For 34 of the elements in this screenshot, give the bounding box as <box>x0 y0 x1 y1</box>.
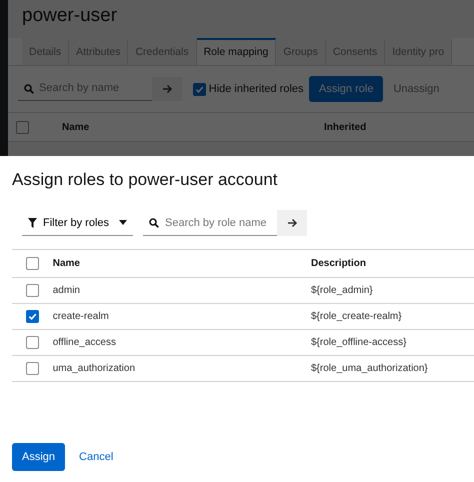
search-icon <box>24 84 34 94</box>
column-header: Name <box>62 120 90 134</box>
page-title: power-user <box>21 4 118 28</box>
checkbox[interactable] <box>193 82 206 96</box>
role-name: offline_access <box>52 336 117 350</box>
role-description: ${role_offline-access} <box>311 336 406 350</box>
role-name: create-realm <box>52 310 110 324</box>
select-all-checkbox[interactable] <box>16 120 29 134</box>
assign-role-button[interactable]: Assign role <box>309 76 384 102</box>
checkbox[interactable] <box>26 336 39 350</box>
unassign-button[interactable]: Unassign <box>383 76 450 102</box>
arrow-icon <box>162 84 172 94</box>
search-icon <box>149 218 159 228</box>
cancel-link[interactable]: Cancel <box>65 444 128 470</box>
search-submit-button[interactable] <box>277 210 307 236</box>
caret-icon <box>119 220 127 226</box>
role-name: uma_authorization <box>52 362 136 376</box>
assign-button[interactable]: Assign <box>12 442 66 471</box>
checkbox-label: Hide inherited roles <box>208 82 304 97</box>
arrow-icon <box>286 218 298 228</box>
checkbox[interactable] <box>26 310 39 324</box>
dialog-title: Assign roles to power-user account <box>12 170 279 190</box>
tab[interactable]: Role mapping <box>196 38 276 65</box>
role-description: ${role_create-realm} <box>311 310 402 324</box>
checkbox[interactable] <box>26 284 39 298</box>
column-header: Inherited <box>324 120 366 134</box>
role-description: ${role_admin} <box>311 284 373 298</box>
column-header: Description <box>311 257 366 272</box>
filter-icon <box>28 218 37 228</box>
checkbox[interactable] <box>26 362 39 376</box>
role-name: admin <box>52 284 81 298</box>
select-all-checkbox[interactable] <box>26 257 39 270</box>
role-description: ${role_uma_authorization} <box>311 362 428 376</box>
column-header: Name <box>52 257 81 272</box>
